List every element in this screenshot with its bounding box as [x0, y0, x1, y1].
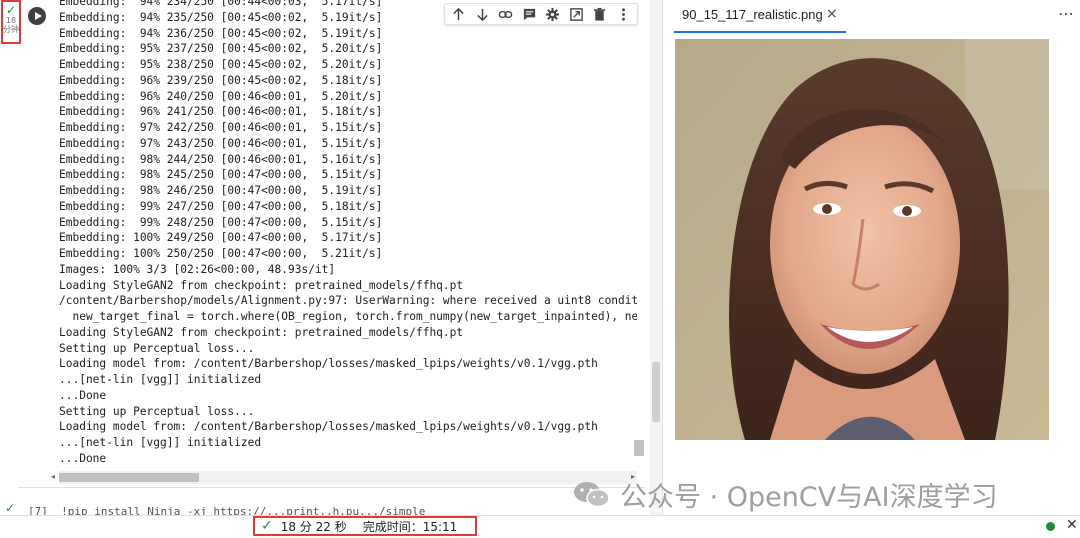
- close-icon[interactable]: ✕: [1066, 517, 1078, 533]
- cell-toolbar: [444, 3, 638, 25]
- output-line: Loading StyleGAN2 from checkpoint: pretr…: [59, 325, 464, 339]
- completion-time: 完成时间：15:11: [362, 519, 458, 534]
- cell-output: Embedding: 94% 234/250 [00:44<00:03, 5.1…: [59, 0, 637, 464]
- output-line: Embedding: 99% 248/250 [00:47<00:00, 5.1…: [59, 215, 383, 229]
- output-vertical-scrollbar[interactable]: [632, 28, 644, 460]
- output-line: /content/Barbershop/models/Alignment.py:…: [59, 294, 637, 308]
- arrow-down-icon[interactable]: [473, 5, 491, 23]
- output-line: Embedding: 94% 236/250 [00:45<00:02, 5.1…: [59, 26, 383, 40]
- output-line: Loading StyleGAN2 from checkpoint: pretr…: [59, 278, 464, 292]
- output-line: Embedding: 97% 242/250 [00:46<00:01, 5.1…: [59, 121, 383, 134]
- execution-duration: 18 分 22 秒: [280, 519, 347, 534]
- output-line: Embedding: 98% 245/250 [00:47<00:00, 5.1…: [59, 168, 383, 182]
- output-line: Embedding: 96% 240/250 [00:46<00:01, 5.2…: [59, 89, 383, 103]
- check-icon: ✓: [5, 503, 16, 515]
- tab-label: 90_15_117_realistic.png: [682, 7, 823, 22]
- output-line: Embedding: 97% 243/250 [00:46<00:01, 5.1…: [59, 136, 383, 150]
- output-line: Loading model from: /content/Barbershop/…: [59, 357, 598, 371]
- execution-status[interactable]: ✓ 18 分 22 秒 完成时间：15:11: [253, 516, 477, 536]
- output-line: Embedding: 95% 237/250 [00:45<00:02, 5.2…: [59, 42, 383, 56]
- output-horizontal-scrollbar[interactable]: ◂ ▸: [51, 471, 637, 484]
- execution-count-indicator: ✓ 18 分钟: [1, 0, 21, 44]
- execution-time-unit: 分钟: [3, 25, 19, 34]
- arrow-up-icon[interactable]: [450, 5, 468, 23]
- cell-gutter: [0, 0, 24, 537]
- output-line: ...[net-lin [vgg]] initialized: [59, 373, 262, 386]
- more-horiz-icon[interactable]: ⋯: [1058, 4, 1075, 23]
- output-line: ...[net-lin [vgg]] initialized: [59, 436, 262, 449]
- more-vert-icon[interactable]: [614, 5, 632, 23]
- run-cell-button[interactable]: [28, 7, 46, 25]
- cell-divider: [18, 487, 645, 488]
- output-line: Embedding: 96% 239/250 [00:45<00:02, 5.1…: [59, 73, 383, 87]
- check-icon: ✓: [261, 518, 273, 534]
- image-preview: [675, 39, 1049, 440]
- output-line: Setting up Perceptual loss...: [59, 404, 255, 418]
- mirror-cell-icon[interactable]: [567, 5, 585, 23]
- output-line: Embedding: 99% 247/250 [00:47<00:00, 5.1…: [59, 199, 383, 213]
- scroll-thumb[interactable]: [652, 362, 660, 422]
- settings-icon[interactable]: [544, 5, 562, 23]
- output-line: ...Done: [59, 388, 107, 402]
- notebook-scrollbar[interactable]: [650, 0, 662, 515]
- output-line: Embedding: 98% 246/250 [00:47<00:00, 5.1…: [59, 184, 383, 197]
- comment-icon[interactable]: [520, 5, 538, 23]
- pane-divider[interactable]: [662, 0, 663, 515]
- delete-icon[interactable]: [591, 5, 609, 23]
- output-line: Embedding: 100% 250/250 [00:47<00:00, 5.…: [59, 247, 383, 260]
- tab-image-file[interactable]: 90_15_117_realistic.png ×: [674, 0, 846, 33]
- check-icon: ✓: [5, 3, 17, 17]
- output-line: Embedding: 95% 238/250 [00:45<00:02, 5.2…: [59, 58, 383, 71]
- output-line: Loading model from: /content/Barbershop/…: [59, 420, 598, 434]
- execution-time-value: 18: [5, 16, 17, 25]
- close-icon[interactable]: ×: [826, 6, 838, 22]
- watermark: 公众号 · OpenCV与AI深度学习: [572, 476, 998, 513]
- watermark-text: 公众号 · OpenCV与AI深度学习: [620, 481, 998, 513]
- status-bar: ✓ 18 分 22 秒 完成时间：15:11 ✕: [0, 515, 1080, 538]
- scroll-thumb[interactable]: [59, 473, 199, 482]
- output-line: Setting up Perceptual loss...: [59, 341, 255, 355]
- output-line: ...Done: [59, 451, 107, 464]
- output-line: new_target_final = torch.where(OB_region…: [59, 310, 637, 323]
- scroll-left-icon[interactable]: ◂: [51, 472, 55, 481]
- output-line: Images: 100% 3/3 [02:26<00:00, 48.93s/it…: [59, 262, 336, 276]
- scroll-thumb[interactable]: [634, 440, 644, 456]
- output-line: Embedding: 98% 244/250 [00:46<00:01, 5.1…: [59, 152, 383, 166]
- wechat-icon: [572, 479, 612, 509]
- output-line: Embedding: 100% 249/250 [00:47<00:00, 5.…: [59, 231, 383, 245]
- link-icon[interactable]: [497, 5, 515, 23]
- connection-status-icon[interactable]: [1046, 522, 1055, 531]
- output-line: Embedding: 96% 241/250 [00:46<00:01, 5.1…: [59, 105, 383, 119]
